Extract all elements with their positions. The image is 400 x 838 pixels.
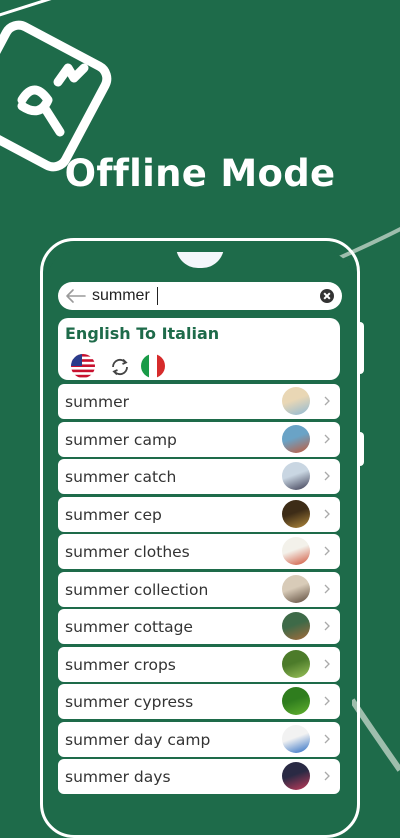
list-item-label: summer cottage [65,618,193,636]
text-cursor [157,287,158,305]
italy-flag-icon[interactable] [141,354,165,378]
list-item[interactable]: summer camp [58,421,340,457]
chevron-right-icon [324,584,330,593]
result-thumbnail [282,724,310,753]
list-item[interactable]: summer cypress [58,684,340,719]
swap-icon[interactable] [109,356,131,378]
language-pair-card: English To Italian [58,318,340,380]
list-item-label: summer clothes [65,543,190,561]
list-item[interactable]: summer catch [58,459,340,494]
phone-screen: English To Italian summer summer camp summ… [48,252,352,800]
chevron-right-icon [324,396,330,406]
result-thumbnail [282,424,310,453]
result-thumbnail [282,687,310,715]
chevron-right-icon [324,621,330,631]
list-item[interactable]: summer collection [58,571,340,607]
result-thumbnail [282,649,310,678]
chevron-right-icon [324,546,330,556]
chevron-right-icon [324,509,330,518]
phone-side-button [358,432,364,466]
search-input[interactable] [92,286,312,306]
list-item-label: summer cep [65,505,162,524]
chevron-right-icon [324,771,330,781]
chevron-right-icon [324,696,330,706]
chevron-right-icon [324,659,330,668]
clear-icon[interactable] [320,289,334,303]
result-thumbnail [282,499,310,528]
list-item-label: summer cypress [65,693,194,711]
list-item-label: summer days [65,768,171,786]
phone-notch [176,252,224,268]
list-item-label: summer catch [65,468,177,486]
language-pair-title: English To Italian [65,324,220,343]
chevron-right-icon [324,471,330,481]
list-item-label: summer [65,393,130,411]
list-item-label: summer day camp [65,730,211,749]
list-item[interactable]: summer clothes [58,534,340,569]
result-thumbnail [282,612,310,640]
result-thumbnail [282,762,310,790]
chevron-right-icon [324,434,330,443]
result-thumbnail [282,387,310,415]
list-item-label: summer collection [65,580,209,599]
result-thumbnail [282,462,310,490]
list-item[interactable]: summer day camp [58,721,340,757]
result-thumbnail [282,537,310,565]
list-item[interactable]: summer [58,384,340,419]
list-item[interactable]: summer days [58,759,340,794]
list-item[interactable]: summer cottage [58,609,340,644]
us-flag-icon[interactable] [71,354,95,378]
list-item[interactable]: summer cep [58,496,340,532]
chevron-right-icon [324,734,330,743]
list-item-label: summer camp [65,430,177,449]
search-bar[interactable] [58,282,342,310]
result-thumbnail [282,574,310,603]
list-item[interactable]: summer crops [58,646,340,682]
headline: Offline Mode [64,152,336,195]
phone-side-button [358,322,364,374]
back-arrow-icon[interactable] [64,288,86,304]
list-item-label: summer crops [65,655,176,674]
